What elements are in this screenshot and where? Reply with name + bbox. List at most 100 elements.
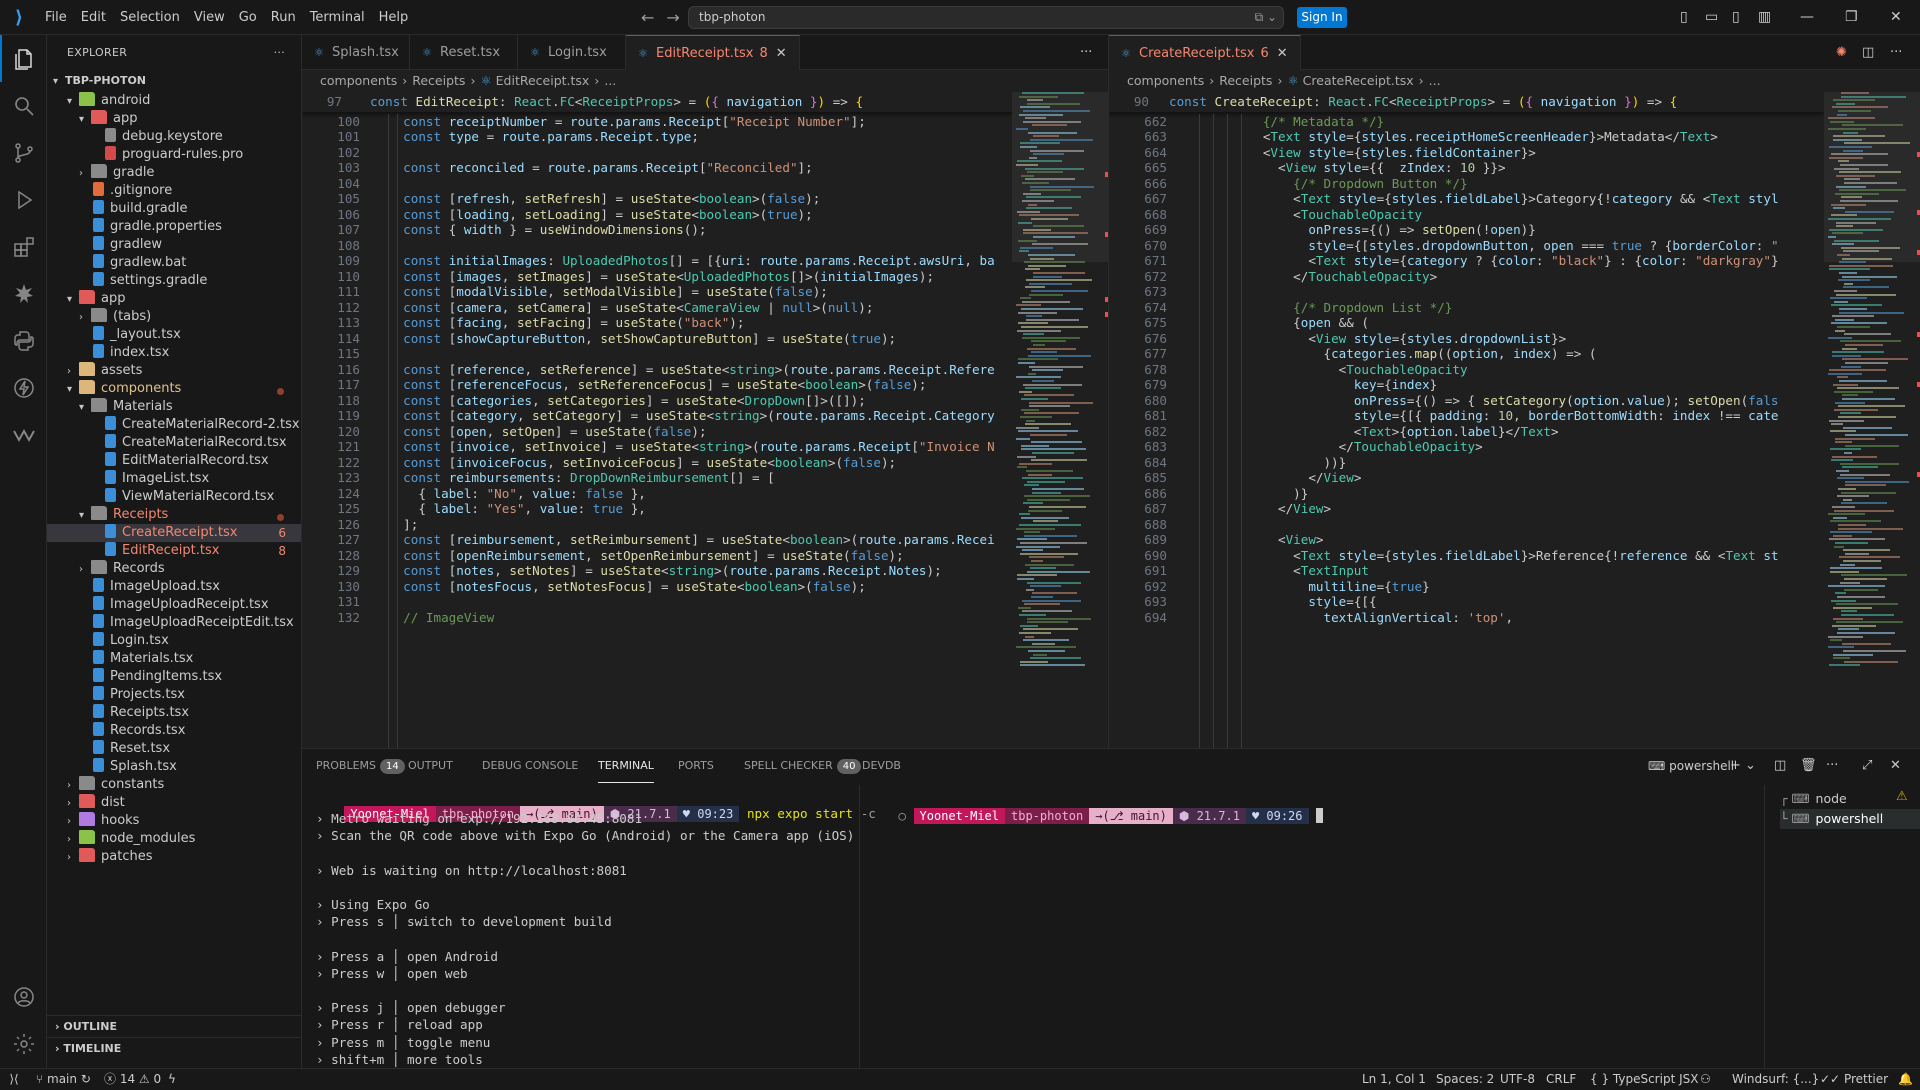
- cursor-position[interactable]: Ln 1, Col 1: [1362, 1069, 1426, 1089]
- encoding[interactable]: UTF-8: [1500, 1069, 1535, 1089]
- file-row[interactable]: EditMaterialRecord.tsx: [47, 452, 301, 470]
- more-actions-icon[interactable]: ···: [274, 35, 285, 70]
- run-debug-icon[interactable]: [0, 176, 47, 223]
- minimize-icon[interactable]: —: [1800, 0, 1814, 35]
- breadcrumb-item[interactable]: components: [320, 73, 397, 88]
- panel-tab-devdb[interactable]: DEVDB: [862, 749, 901, 783]
- source-control-icon[interactable]: [0, 129, 47, 176]
- windsurf-status[interactable]: Windsurf: {...}: [1732, 1069, 1819, 1089]
- panel-tab-problems[interactable]: PROBLEMS 14: [316, 749, 405, 783]
- copilot-status-icon[interactable]: ⚇: [1700, 1069, 1711, 1089]
- menu-view[interactable]: View: [187, 0, 232, 35]
- file-row[interactable]: index.tsx: [47, 344, 301, 362]
- toggle-secondary-sidebar-icon[interactable]: ▯: [1732, 0, 1740, 35]
- maximize-panel-icon[interactable]: ⤢: [1862, 749, 1872, 783]
- menu-terminal[interactable]: Terminal: [303, 0, 372, 35]
- file-row[interactable]: gradlew: [47, 236, 301, 254]
- folder-row[interactable]: ▾ app: [47, 290, 301, 308]
- panel-more-icon[interactable]: ···: [1826, 749, 1838, 783]
- file-row[interactable]: proguard-rules.pro: [47, 146, 301, 164]
- lightning-status-icon[interactable]: ϟ: [168, 1069, 176, 1089]
- close-panel-icon[interactable]: ✕: [1890, 749, 1901, 783]
- command-center-search[interactable]: tbp-photon ⧉ ⌄: [688, 6, 1284, 29]
- file-row[interactable]: settings.gradle: [47, 272, 301, 290]
- folder-row[interactable]: › node_modules: [47, 830, 301, 848]
- breadcrumb-item[interactable]: CreateReceipt.tsx: [1303, 73, 1414, 88]
- folder-row[interactable]: › Records: [47, 560, 301, 578]
- folder-row[interactable]: › dist: [47, 794, 301, 812]
- folder-row[interactable]: › assets: [47, 362, 301, 380]
- breadcrumb-item[interactable]: EditReceipt.tsx: [496, 73, 590, 88]
- left-minimap[interactable]: [1012, 92, 1108, 748]
- folder-row[interactable]: › gradle: [47, 164, 301, 182]
- account-icon[interactable]: [0, 973, 47, 1020]
- folder-row[interactable]: ▾ components: [47, 380, 301, 398]
- split-editor-icon[interactable]: ◫: [1862, 35, 1874, 70]
- left-breadcrumb[interactable]: components › Receipts › ⚛ EditReceipt.tsx ›...: [302, 70, 1108, 92]
- prettier-status[interactable]: ✓✓ Prettier: [1820, 1069, 1888, 1089]
- terminal-profile[interactable]: ⌨ powershell: [1648, 749, 1734, 783]
- settings-gear-icon[interactable]: [0, 1020, 47, 1067]
- split-terminal-icon[interactable]: ◫: [1774, 749, 1786, 783]
- file-row[interactable]: ImageUploadReceiptEdit.tsx: [47, 614, 301, 632]
- file-row[interactable]: Splash.tsx: [47, 758, 301, 776]
- file-row[interactable]: Login.tsx: [47, 632, 301, 650]
- new-terminal-icon[interactable]: + ⌄: [1730, 749, 1756, 783]
- remote-icon[interactable]: ⟩⟨: [0, 1069, 28, 1089]
- sticky-scroll-line[interactable]: 90 const CreateReceipt: React.FC<ReceiptP…: [1109, 92, 1824, 112]
- editor-tab[interactable]: ⚛ EditReceipt.tsx 8 ✕: [626, 35, 800, 70]
- sticky-scroll-line[interactable]: 97 const EditReceipt: React.FC<ReceiptPro…: [302, 92, 1012, 112]
- left-code-editor[interactable]: 97 const EditReceipt: React.FC<ReceiptPro…: [302, 92, 1012, 748]
- sign-in-button[interactable]: Sign In: [1297, 7, 1347, 28]
- folder-row[interactable]: ▾ app: [47, 110, 301, 128]
- explorer-icon[interactable]: [0, 35, 47, 82]
- menu-run[interactable]: Run: [264, 0, 303, 35]
- indentation[interactable]: Spaces: 2: [1436, 1069, 1494, 1089]
- windsurf-icon[interactable]: [0, 411, 47, 458]
- file-row[interactable]: .gitignore: [47, 182, 301, 200]
- file-row[interactable]: CreateReceipt.tsx 6: [47, 524, 301, 542]
- menu-selection[interactable]: Selection: [113, 0, 187, 35]
- menu-help[interactable]: Help: [372, 0, 416, 35]
- copilot-icon[interactable]: ⧉ ⌄: [1255, 7, 1277, 28]
- folder-row[interactable]: › patches: [47, 848, 301, 866]
- panel-tab-terminal[interactable]: TERMINAL: [598, 749, 654, 783]
- file-row[interactable]: CreateMaterialRecord-2.tsx: [47, 416, 301, 434]
- python-icon[interactable]: [0, 317, 47, 364]
- extensions-icon[interactable]: [0, 223, 47, 270]
- file-row[interactable]: _layout.tsx: [47, 326, 301, 344]
- file-row[interactable]: CreateMaterialRecord.tsx: [47, 434, 301, 452]
- file-row[interactable]: gradle.properties: [47, 218, 301, 236]
- file-row[interactable]: Records.tsx: [47, 722, 301, 740]
- editor-tab[interactable]: ⚛ CreateReceipt.tsx 6 ✕: [1109, 35, 1301, 70]
- right-minimap[interactable]: [1824, 92, 1920, 748]
- breadcrumb-item[interactable]: Receipts: [1219, 73, 1272, 88]
- search-icon[interactable]: [0, 82, 47, 129]
- outline-section[interactable]: › OUTLINE: [47, 1015, 301, 1037]
- problems-indicator[interactable]: ⓧ 14 ⚠ 0: [104, 1069, 161, 1089]
- folder-row[interactable]: › hooks: [47, 812, 301, 830]
- file-row[interactable]: Receipts.tsx: [47, 704, 301, 722]
- menu-edit[interactable]: Edit: [74, 0, 113, 35]
- file-row[interactable]: Projects.tsx: [47, 686, 301, 704]
- breadcrumb-item[interactable]: components: [1127, 73, 1204, 88]
- close-tab-icon[interactable]: ✕: [776, 46, 787, 61]
- restore-icon[interactable]: ❐: [1845, 0, 1858, 35]
- gear-ext-icon[interactable]: [0, 270, 47, 317]
- panel-tab-spell-checker[interactable]: SPELL CHECKER 40: [744, 749, 862, 783]
- terminal-prompt-right[interactable]: ○ Yoonet-Miel tbp-photon →(⎇ main) ⬢ 21.7.1…: [868, 793, 1324, 839]
- right-breadcrumb[interactable]: components › Receipts › ⚛ CreateReceipt.tsx ›.…: [1109, 70, 1920, 92]
- workspace-root[interactable]: ▾ TBP-PHOTON: [47, 70, 301, 92]
- customize-layout-icon[interactable]: ▥: [1758, 0, 1771, 35]
- file-row[interactable]: ViewMaterialRecord.tsx: [47, 488, 301, 506]
- file-row[interactable]: PendingItems.tsx: [47, 668, 301, 686]
- minimap-slider[interactable]: [1012, 92, 1108, 262]
- menu-file[interactable]: File: [38, 0, 74, 35]
- editor-tab[interactable]: ⚛ Login.tsx: [518, 35, 626, 70]
- forward-arrow-icon[interactable]: →: [666, 8, 679, 27]
- folder-row[interactable]: › constants: [47, 776, 301, 794]
- file-row[interactable]: ImageList.tsx: [47, 470, 301, 488]
- panel-tab-output[interactable]: OUTPUT: [408, 749, 453, 783]
- copilot-ext-icon[interactable]: ✺: [1836, 35, 1847, 70]
- editor-more-icon[interactable]: ···: [1080, 35, 1092, 70]
